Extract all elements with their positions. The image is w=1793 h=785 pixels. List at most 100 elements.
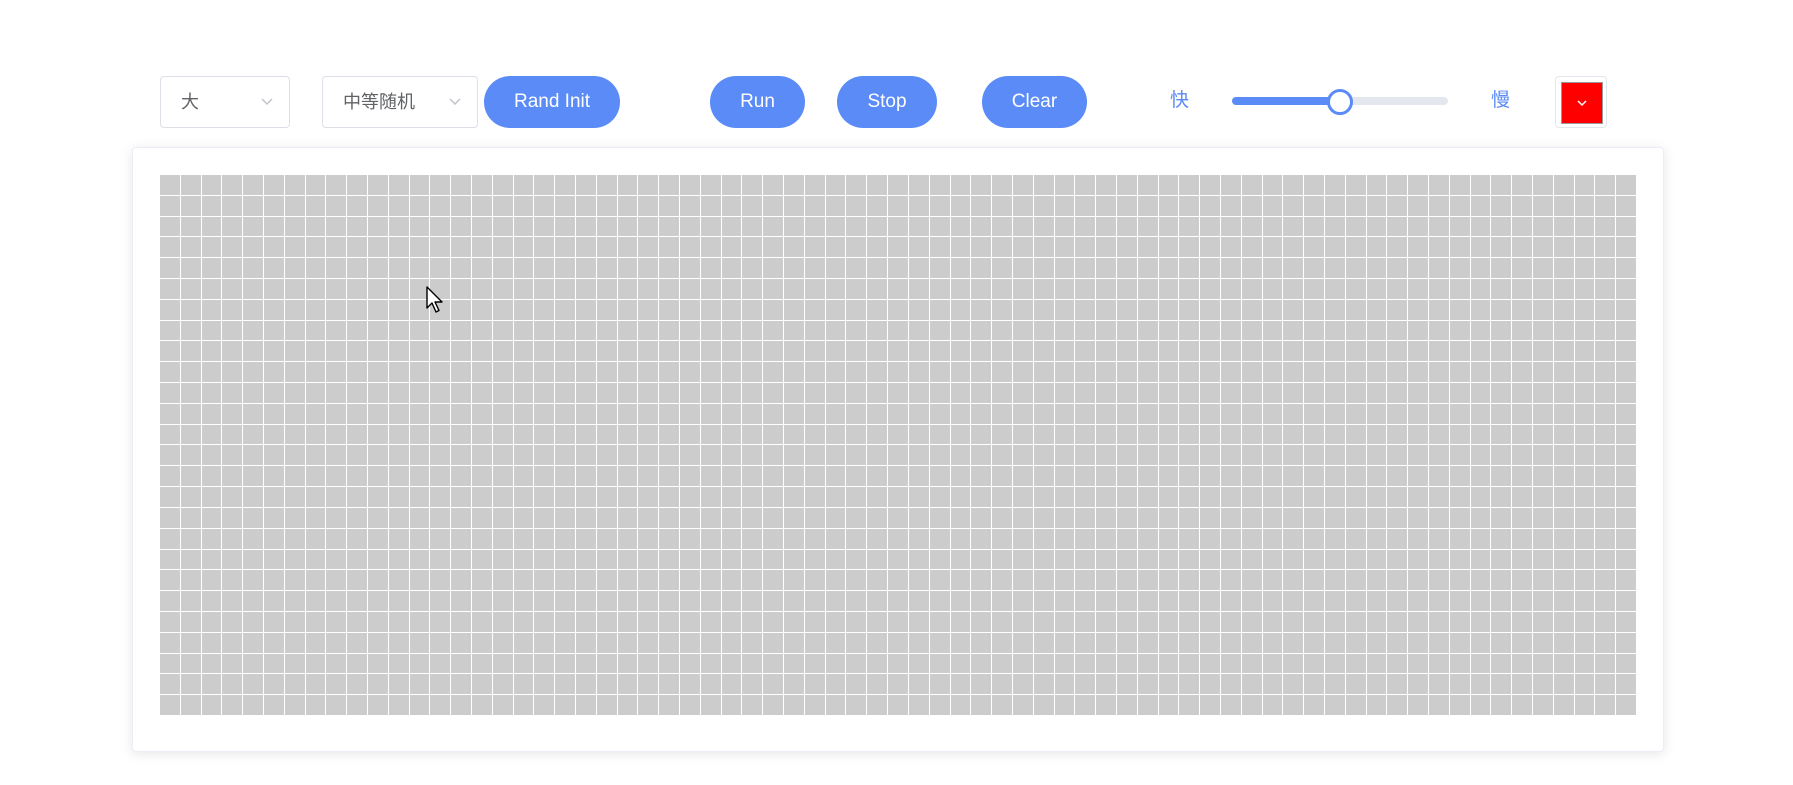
grid-cell[interactable] [1616,195,1636,216]
grid-cell[interactable] [555,611,576,632]
grid-cell[interactable] [971,528,992,549]
grid-cell[interactable] [513,632,534,653]
grid-cell[interactable] [908,445,929,466]
grid-cell[interactable] [1200,611,1220,632]
grid-cell[interactable] [492,570,513,591]
grid-cell[interactable] [1137,466,1158,487]
grid-cell[interactable] [305,570,326,591]
grid-cell[interactable] [576,507,596,528]
grid-cell[interactable] [1241,653,1262,674]
grid-cell[interactable] [1553,237,1574,258]
grid-cell[interactable] [742,195,763,216]
grid-cell[interactable] [1200,695,1220,715]
grid-cell[interactable] [700,362,721,383]
grid-cell[interactable] [513,403,534,424]
grid-cell[interactable] [1075,487,1096,507]
grid-cell[interactable] [1595,487,1616,507]
grid-cell[interactable] [513,507,534,528]
grid-cell[interactable] [1428,653,1449,674]
grid-cell[interactable] [534,591,555,611]
grid-cell[interactable] [992,341,1012,362]
grid-cell[interactable] [680,487,700,507]
grid-cell[interactable] [1428,487,1449,507]
grid-cell[interactable] [222,507,243,528]
grid-cell[interactable] [160,487,180,507]
grid-cell[interactable] [1262,591,1283,611]
grid-cell[interactable] [846,653,867,674]
grid-cell[interactable] [1033,611,1054,632]
grid-cell[interactable] [555,362,576,383]
grid-cell[interactable] [596,695,617,715]
grid-cell[interactable] [1408,528,1428,549]
grid-cell[interactable] [1200,403,1220,424]
grid-cell[interactable] [1428,549,1449,570]
grid-cell[interactable] [1324,341,1345,362]
grid-cell[interactable] [1283,674,1304,695]
grid-cell[interactable] [1366,424,1387,445]
grid-cell[interactable] [1491,195,1512,216]
grid-cell[interactable] [1324,549,1345,570]
grid-cell[interactable] [1054,549,1075,570]
grid-cell[interactable] [825,279,846,299]
grid-cell[interactable] [1532,591,1553,611]
grid-cell[interactable] [1241,695,1262,715]
grid-cell[interactable] [1075,383,1096,403]
grid-cell[interactable] [908,528,929,549]
grid-cell[interactable] [222,570,243,591]
grid-cell[interactable] [409,487,430,507]
grid-cell[interactable] [1054,383,1075,403]
grid-cell[interactable] [555,383,576,403]
grid-cell[interactable] [1304,466,1324,487]
grid-cell[interactable] [1096,175,1116,195]
grid-cell[interactable] [1220,320,1241,341]
grid-cell[interactable] [596,403,617,424]
grid-cell[interactable] [846,445,867,466]
grid-cell[interactable] [1491,237,1512,258]
grid-cell[interactable] [1179,570,1200,591]
grid-cell[interactable] [1220,216,1241,237]
grid-cell[interactable] [596,258,617,279]
grid-cell[interactable] [971,258,992,279]
grid-cell[interactable] [1241,549,1262,570]
grid-cell[interactable] [888,341,908,362]
grid-cell[interactable] [1324,611,1345,632]
grid-cell[interactable] [1345,341,1366,362]
grid-cell[interactable] [451,216,472,237]
grid-cell[interactable] [1574,445,1595,466]
grid-cell[interactable] [1200,341,1220,362]
grid-cell[interactable] [763,591,784,611]
grid-cell[interactable] [1532,258,1553,279]
grid-cell[interactable] [971,237,992,258]
grid-cell[interactable] [388,195,409,216]
grid-cell[interactable] [763,653,784,674]
grid-cell[interactable] [576,591,596,611]
grid-cell[interactable] [430,570,451,591]
grid-cell[interactable] [1075,299,1096,320]
grid-cell[interactable] [1054,216,1075,237]
grid-cell[interactable] [867,424,888,445]
grid-cell[interactable] [1200,383,1220,403]
grid-cell[interactable] [888,195,908,216]
grid-cell[interactable] [264,424,284,445]
grid-cell[interactable] [1033,445,1054,466]
grid-cell[interactable] [888,424,908,445]
grid-cell[interactable] [1428,611,1449,632]
grid-cell[interactable] [1387,653,1408,674]
grid-cell[interactable] [1408,237,1428,258]
grid-cell[interactable] [1532,549,1553,570]
grid-cell[interactable] [534,299,555,320]
grid-cell[interactable] [1096,466,1116,487]
grid-cell[interactable] [1241,591,1262,611]
grid-cell[interactable] [721,320,742,341]
grid-cell[interactable] [596,653,617,674]
grid-cell[interactable] [180,591,201,611]
grid-cell[interactable] [1470,507,1491,528]
grid-cell[interactable] [721,383,742,403]
grid-cell[interactable] [680,549,700,570]
grid-cell[interactable] [1428,424,1449,445]
grid-cell[interactable] [555,570,576,591]
grid-cell[interactable] [1428,570,1449,591]
grid-cell[interactable] [1449,695,1470,715]
grid-cell[interactable] [1075,424,1096,445]
grid-cell[interactable] [1012,507,1033,528]
